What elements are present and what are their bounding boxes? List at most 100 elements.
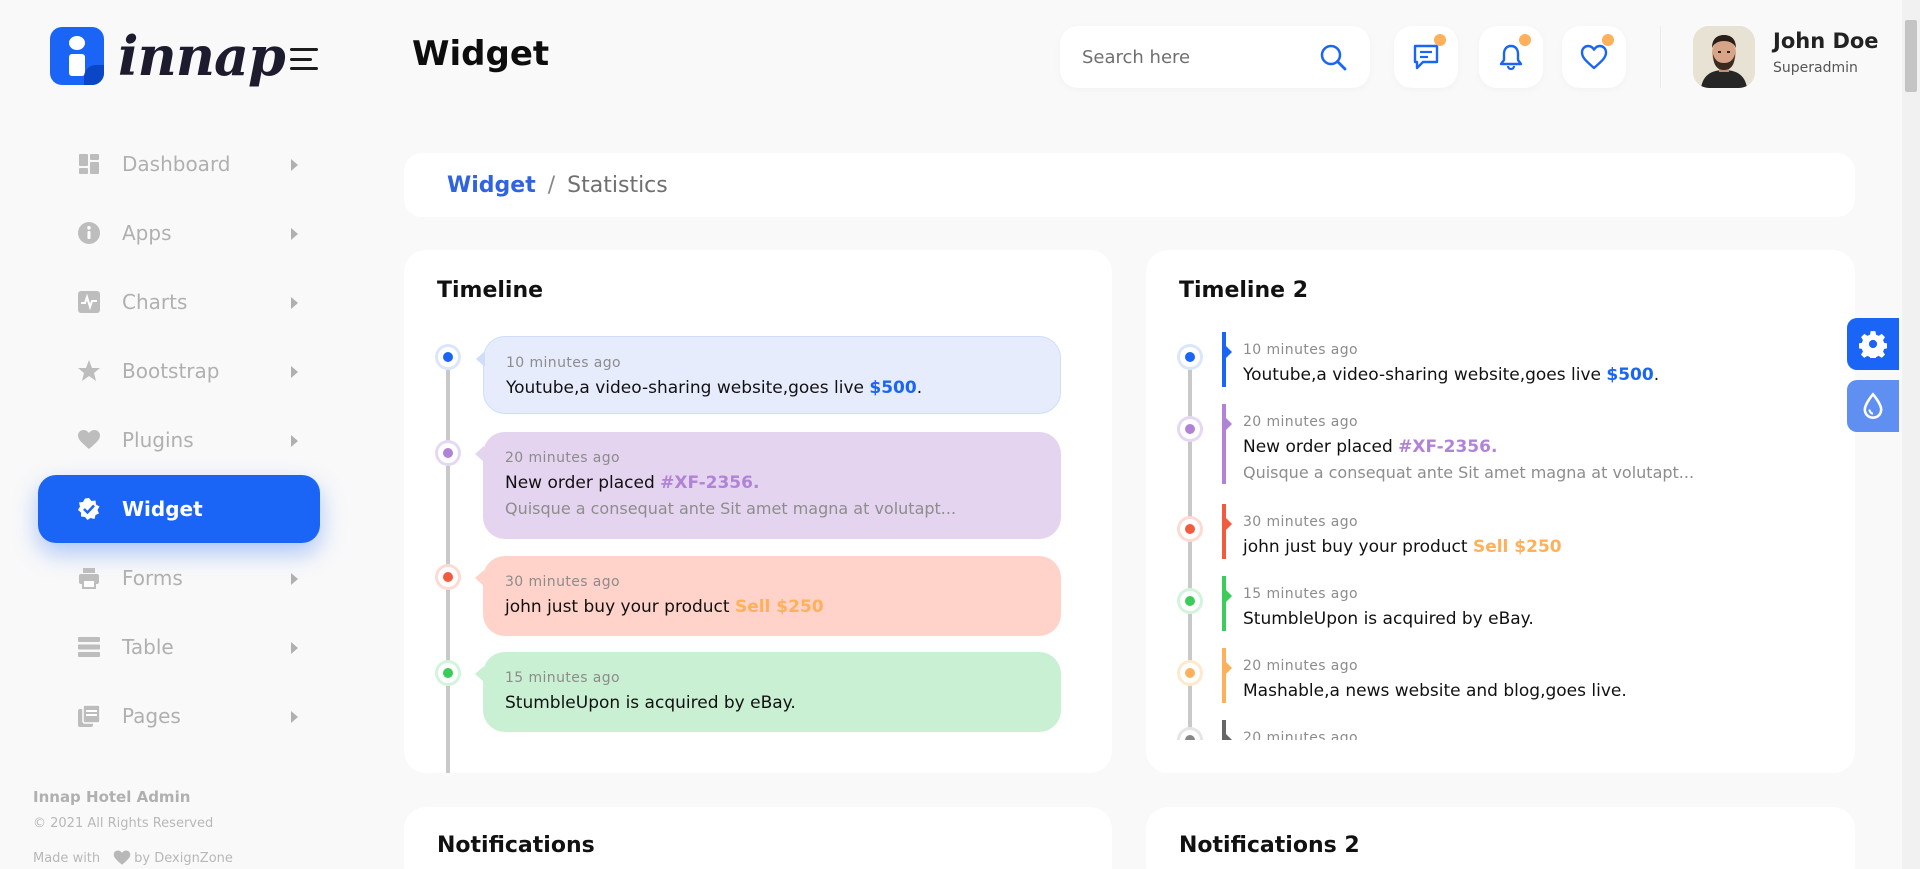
sidebar-item-plugins[interactable]: Plugins bbox=[38, 406, 320, 474]
timeline-dot bbox=[438, 443, 458, 463]
timeline-item[interactable]: 20 minutes ago Mashable,a news website a… bbox=[1222, 648, 1855, 703]
timeline-2-scroll-area[interactable]: 10 minutes ago Youtube,a video-sharing w… bbox=[1146, 250, 1855, 740]
timeline-time: 15 minutes ago bbox=[1243, 586, 1359, 602]
sidebar-item-forms[interactable]: Forms bbox=[38, 544, 320, 612]
timeline-text: StumbleUpon is acquired by eBay. bbox=[505, 693, 796, 713]
table-icon bbox=[76, 634, 102, 660]
star-icon bbox=[76, 358, 102, 384]
caret-right-icon bbox=[291, 711, 298, 723]
page-title: Widget bbox=[412, 34, 550, 74]
timeline-item[interactable]: 20 minutes ago New order placed #XF-2356… bbox=[475, 432, 1061, 539]
timeline-item[interactable]: 20 minutes ago New order placed #XF-2356… bbox=[1222, 404, 1855, 484]
breadcrumb-current: Statistics bbox=[567, 172, 668, 198]
timeline-time: 10 minutes ago bbox=[1243, 342, 1359, 358]
timeline-time: 30 minutes ago bbox=[505, 574, 621, 590]
caret-right-icon bbox=[291, 435, 298, 447]
messages-button[interactable] bbox=[1394, 26, 1458, 88]
sidebar-item-label: Table bbox=[122, 635, 174, 659]
timeline-text: john just buy your product Sell $250 bbox=[1243, 537, 1562, 557]
search-icon[interactable] bbox=[1318, 42, 1348, 72]
timeline-dot bbox=[1180, 419, 1200, 439]
notifications-card: Notifications bbox=[404, 807, 1112, 869]
timeline-time: 20 minutes ago bbox=[1243, 730, 1359, 740]
sidebar-item-label: Plugins bbox=[122, 428, 194, 452]
timeline-time: 20 minutes ago bbox=[1243, 414, 1359, 430]
scrollbar-thumb[interactable] bbox=[1905, 20, 1917, 92]
heart-icon bbox=[1580, 44, 1608, 70]
timeline-accent-bar bbox=[1222, 648, 1232, 703]
notifications-button[interactable] bbox=[1479, 26, 1543, 88]
notification-badge bbox=[1519, 34, 1531, 46]
sidebar-item-label: Apps bbox=[122, 221, 172, 245]
notification-badge bbox=[1434, 34, 1446, 46]
sidebar-item-widget[interactable]: Widget bbox=[38, 475, 320, 543]
user-name[interactable]: John Doe bbox=[1773, 29, 1879, 53]
badge-check-icon bbox=[76, 496, 102, 522]
sidebar-item-label: Bootstrap bbox=[122, 359, 220, 383]
sidebar-item-apps[interactable]: Apps bbox=[38, 199, 320, 267]
favorites-button[interactable] bbox=[1562, 26, 1626, 88]
caret-right-icon bbox=[291, 642, 298, 654]
timeline-item[interactable]: 15 minutes ago StumbleUpon is acquired b… bbox=[475, 652, 1061, 732]
card-title: Notifications bbox=[437, 833, 595, 858]
timeline-text: john just buy your product Sell $250 bbox=[505, 597, 824, 617]
breadcrumb-link-widget[interactable]: Widget bbox=[447, 173, 536, 198]
settings-panel-button[interactable] bbox=[1847, 318, 1899, 370]
caret-right-icon bbox=[291, 573, 298, 585]
timeline-dot bbox=[1180, 730, 1200, 740]
timeline-card: Timeline 10 minutes ago Youtube,a video-… bbox=[404, 250, 1112, 773]
sidebar-item-label: Dashboard bbox=[122, 152, 231, 176]
timeline-line bbox=[446, 354, 450, 773]
footer-made-suffix: by DexignZone bbox=[134, 850, 233, 866]
footer-copyright: © 2021 All Rights Reserved bbox=[33, 816, 214, 831]
sidebar-item-bootstrap[interactable]: Bootstrap bbox=[38, 337, 320, 405]
sidebar-item-label: Forms bbox=[122, 566, 183, 590]
logo-text: innap bbox=[118, 24, 286, 88]
timeline-item[interactable]: 20 minutes ago bbox=[1222, 720, 1855, 740]
timeline-accent-bar bbox=[1222, 332, 1232, 387]
bell-icon bbox=[1499, 44, 1523, 71]
avatar[interactable] bbox=[1693, 26, 1755, 88]
timeline-item[interactable]: 10 minutes ago Youtube,a video-sharing w… bbox=[1222, 332, 1855, 387]
page-scrollbar[interactable] bbox=[1902, 0, 1920, 869]
card-title: Timeline bbox=[437, 278, 544, 303]
dashboard-icon bbox=[76, 151, 102, 177]
caret-right-icon bbox=[291, 228, 298, 240]
sidebar-item-label: Charts bbox=[122, 290, 188, 314]
header-divider bbox=[1660, 26, 1661, 88]
timeline-item[interactable]: 15 minutes ago StumbleUpon is acquired b… bbox=[1222, 576, 1855, 631]
timeline-2-card: Timeline 2 10 minutes ago Youtube,a vide… bbox=[1146, 250, 1855, 773]
timeline-time: 20 minutes ago bbox=[1243, 658, 1359, 674]
sidebar: innap Dashboard Apps Charts Bootstrap Pl… bbox=[0, 0, 355, 869]
timeline-time: 10 minutes ago bbox=[506, 355, 622, 371]
sidebar-item-table[interactable]: Table bbox=[38, 613, 320, 681]
timeline-text: New order placed #XF-2356. bbox=[1243, 437, 1498, 457]
theme-color-button[interactable] bbox=[1847, 380, 1899, 432]
timeline-accent-bar bbox=[1222, 504, 1232, 559]
user-role: Superadmin bbox=[1773, 60, 1858, 76]
timeline-item[interactable]: 30 minutes ago john just buy your produc… bbox=[1222, 504, 1855, 559]
timeline-dot bbox=[1180, 663, 1200, 683]
card-title: Notifications 2 bbox=[1179, 833, 1360, 858]
chat-icon bbox=[1413, 44, 1439, 70]
timeline-item[interactable]: 10 minutes ago Youtube,a video-sharing w… bbox=[476, 336, 1061, 414]
chart-icon bbox=[76, 289, 102, 315]
timeline-item[interactable]: 30 minutes ago john just buy your produc… bbox=[475, 556, 1061, 636]
timeline-accent-bar bbox=[1222, 576, 1232, 631]
sidebar-item-label: Pages bbox=[122, 704, 181, 728]
timeline-subtext: Quisque a consequat ante Sit amet magna … bbox=[1243, 463, 1695, 482]
timeline-accent-bar bbox=[1222, 404, 1232, 484]
logo[interactable]: innap bbox=[50, 24, 286, 88]
timeline-amount: #XF-2356. bbox=[1398, 437, 1498, 457]
sidebar-item-charts[interactable]: Charts bbox=[38, 268, 320, 336]
timeline-amount: Sell $250 bbox=[1472, 537, 1562, 557]
timeline-dot bbox=[438, 347, 458, 367]
timeline-time: 15 minutes ago bbox=[505, 670, 621, 686]
sidebar-item-pages[interactable]: Pages bbox=[38, 682, 320, 750]
timeline-text: Youtube,a video-sharing website,goes liv… bbox=[506, 378, 923, 398]
menu-toggle-button[interactable] bbox=[290, 48, 320, 70]
sidebar-item-dashboard[interactable]: Dashboard bbox=[38, 130, 320, 198]
search-input[interactable] bbox=[1082, 46, 1312, 68]
pages-icon bbox=[76, 703, 102, 729]
timeline-dot bbox=[1180, 591, 1200, 611]
